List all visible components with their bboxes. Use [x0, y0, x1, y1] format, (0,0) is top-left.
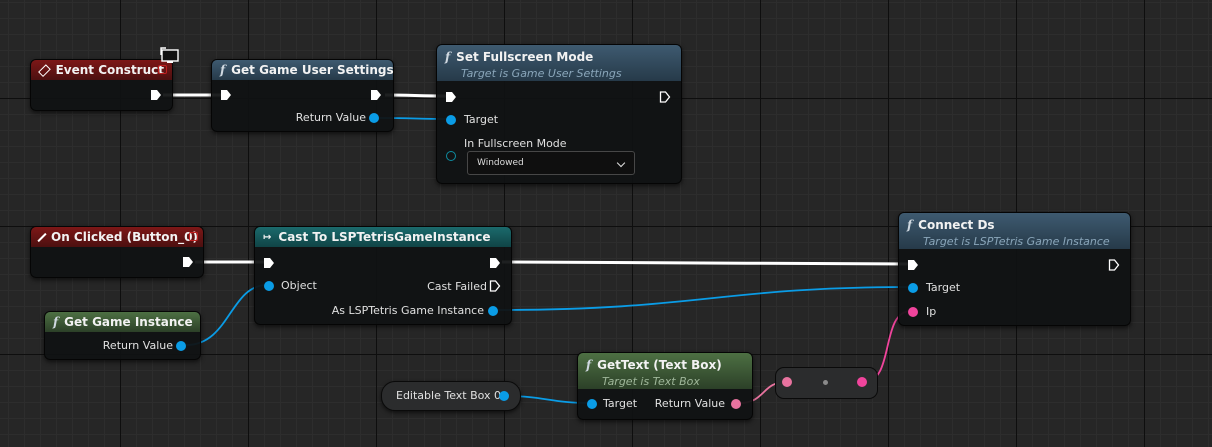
exec-out-pin-icon[interactable] [1108, 259, 1120, 271]
event-construct-node[interactable]: Event Construct [30, 59, 173, 111]
on-clicked-node[interactable]: On Clicked (Button_0) [30, 226, 204, 278]
node-header: f Get Game Instance [45, 312, 200, 332]
as-game-instance-label: As LSPTetris Game Instance [331, 304, 484, 317]
exec-in-pin-icon[interactable] [445, 91, 457, 103]
node-title: Connect Ds [918, 218, 995, 232]
node-title: GetText (Text Box) [597, 358, 722, 372]
fullscreen-mode-dropdown[interactable]: Windowed [467, 151, 635, 175]
fullscreen-mode-label: In Fullscreen Mode [464, 137, 567, 150]
variable-label: Editable Text Box 0 [396, 389, 502, 402]
exec-in-pin-icon[interactable] [907, 259, 919, 271]
node-header: Event Construct [31, 60, 172, 80]
exec-out-pin-icon[interactable] [150, 89, 162, 101]
return-value-label: Return Value [654, 397, 725, 410]
fullscreen-mode-pin[interactable] [446, 151, 456, 161]
function-icon: f [586, 358, 592, 372]
node-header: f GetText (Text Box) Target is Text Box [578, 353, 752, 389]
chevron-down-icon [616, 158, 626, 168]
text-to-string-conversion-node[interactable] [775, 367, 878, 399]
editable-text-box-variable-node[interactable]: Editable Text Box 0 [381, 381, 521, 411]
ip-label: Ip [926, 305, 937, 318]
cast-failed-pin-icon[interactable] [489, 280, 501, 292]
node-title: On Clicked (Button_0) [51, 230, 198, 244]
target-pin[interactable] [908, 283, 918, 293]
set-fullscreen-mode-node[interactable]: f Set Fullscreen Mode Target is Game User… [436, 44, 682, 184]
function-icon: f [53, 315, 59, 329]
exec-out-pin-icon[interactable] [370, 89, 382, 101]
variable-out-pin[interactable] [499, 391, 509, 401]
ip-pin[interactable] [908, 307, 918, 317]
conversion-dot-icon [823, 380, 828, 385]
get-game-user-settings-node[interactable]: f Get Game User Settings Return Value [211, 59, 394, 132]
function-icon: f [220, 63, 226, 77]
delegate-pin-icon[interactable] [158, 65, 167, 74]
connect-ds-node[interactable]: f Connect Ds Target is LSPTetris Game Ins… [898, 212, 1131, 326]
node-subtitle: Target is Text Box [602, 375, 700, 388]
object-label: Object [281, 279, 317, 292]
exec-in-pin-icon[interactable] [220, 89, 232, 101]
node-header: ↦ Cast To LSPTetrisGameInstance [255, 227, 511, 247]
node-title: Cast To LSPTetrisGameInstance [278, 230, 491, 244]
node-title: Get Game User Settings [231, 63, 394, 77]
object-pin[interactable] [264, 281, 274, 291]
exec-out-pin-icon[interactable] [182, 256, 194, 268]
cast-icon: ↦ [263, 231, 272, 243]
node-title: Set Fullscreen Mode [456, 50, 594, 64]
conversion-out-pin[interactable] [857, 377, 867, 387]
return-value-pin[interactable] [369, 113, 379, 123]
node-title: Event Construct [55, 63, 164, 77]
node-header: f Set Fullscreen Mode Target is Game User… [437, 45, 681, 81]
return-value-pin[interactable] [731, 399, 741, 409]
node-subtitle: Target is Game User Settings [461, 67, 622, 80]
exec-in-pin-icon[interactable] [263, 257, 275, 269]
get-game-instance-node[interactable]: f Get Game Instance Return Value [44, 311, 201, 360]
cast-to-game-instance-node[interactable]: ↦ Cast To LSPTetrisGameInstance Object Ca… [254, 226, 512, 325]
node-subtitle: Target is LSPTetris Game Instance [923, 235, 1110, 248]
event-diamond-icon [38, 63, 51, 77]
cast-failed-label: Cast Failed [427, 280, 487, 293]
return-value-pin[interactable] [176, 341, 186, 351]
exec-wire [501, 260, 909, 266]
event-diamond-icon [37, 232, 47, 242]
conversion-in-pin[interactable] [782, 377, 792, 387]
exec-out-pin-icon[interactable] [489, 257, 501, 269]
node-title: Get Game Instance [64, 315, 193, 329]
node-header: On Clicked (Button_0) [31, 227, 203, 247]
dropdown-value: Windowed [477, 158, 524, 168]
return-value-label: Return Value [102, 339, 173, 352]
return-value-label: Return Value [295, 111, 366, 124]
get-text-node[interactable]: f GetText (Text Box) Target is Text Box T… [577, 352, 753, 420]
target-label: Target [464, 113, 499, 126]
target-label: Target [603, 397, 638, 410]
target-pin[interactable] [587, 399, 597, 409]
node-header: f Connect Ds Target is LSPTetris Game Ins… [899, 213, 1130, 249]
function-icon: f [445, 50, 451, 64]
function-icon: f [907, 218, 913, 232]
monitor-icon [160, 47, 179, 63]
target-pin[interactable] [446, 115, 456, 125]
object-wire [495, 286, 912, 311]
delegate-pin-icon[interactable] [189, 232, 198, 241]
as-game-instance-pin[interactable] [488, 306, 498, 316]
node-header: f Get Game User Settings [212, 60, 394, 80]
target-label: Target [926, 281, 961, 294]
exec-out-pin-icon[interactable] [659, 91, 671, 103]
